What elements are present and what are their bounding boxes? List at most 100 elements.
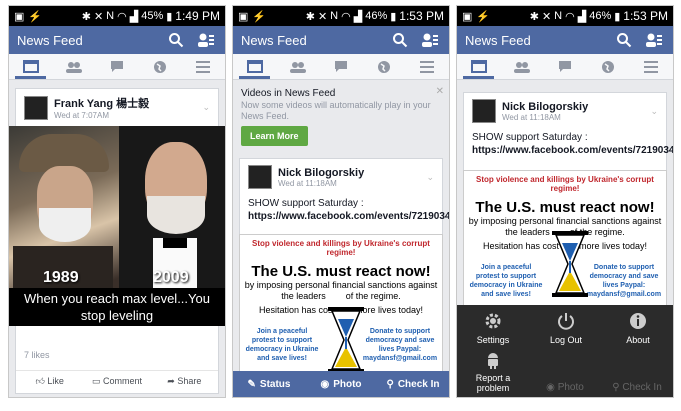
logout-menu-item[interactable]: Log Out bbox=[530, 311, 602, 345]
tab-friends[interactable] bbox=[276, 54, 319, 79]
camera-icon: ◉ bbox=[546, 382, 555, 393]
post-author[interactable]: Nick Bilogorskiy bbox=[502, 101, 588, 113]
avatar[interactable] bbox=[248, 165, 272, 189]
chevron-down-icon[interactable]: ⌄ bbox=[202, 102, 210, 113]
likes-count[interactable]: 7 likes bbox=[16, 326, 218, 370]
meme-image[interactable]: 1989 2009 When you reach max level...You… bbox=[9, 126, 225, 326]
battery-icon: ▮ bbox=[390, 10, 397, 23]
comment-button[interactable]: ▭ Comment bbox=[83, 376, 150, 387]
checkin-button[interactable]: ⚲ Check In bbox=[377, 371, 449, 397]
tab-more[interactable] bbox=[630, 54, 673, 79]
overflow-menu: Settings Log Out About Report a problem … bbox=[457, 305, 673, 397]
signal-icon: ▟ bbox=[129, 10, 139, 23]
tab-notifications[interactable] bbox=[363, 54, 406, 79]
globe-icon bbox=[154, 60, 167, 73]
report-problem-menu-item[interactable]: Report a problem bbox=[457, 351, 529, 393]
post-header: Nick Bilogorskiy Wed at 11:18AM ⌄ bbox=[240, 159, 442, 195]
battery-level: 46% bbox=[365, 10, 388, 22]
globe-icon bbox=[602, 60, 615, 73]
signal-icon: ▟ bbox=[353, 10, 363, 23]
share-button[interactable]: ➦ Share bbox=[151, 376, 218, 387]
poster-right-blue: Donate to support democracy and save liv… bbox=[362, 328, 438, 362]
phone-screen-1: ▣ ⚡ ✱ ✕ N ◠ ▟ 45% ▮ 1:49 PM News Feed Fr… bbox=[8, 5, 226, 398]
learn-more-button[interactable]: Learn More bbox=[241, 126, 308, 146]
wifi-icon: ◠ bbox=[341, 10, 351, 23]
post-timestamp: Wed at 7:07AM bbox=[54, 111, 109, 120]
year-left: 1989 bbox=[43, 269, 79, 286]
status-button[interactable]: ✎ Status bbox=[233, 371, 305, 397]
event-link[interactable]: https://www.facebook.com/events/72190341… bbox=[472, 145, 673, 156]
battery-icon: ▮ bbox=[166, 10, 173, 23]
tab-messages[interactable] bbox=[319, 54, 362, 79]
search-icon[interactable] bbox=[165, 29, 187, 51]
tab-friends[interactable] bbox=[52, 54, 95, 79]
avatar[interactable] bbox=[472, 99, 496, 123]
comment-icon: ▭ bbox=[91, 376, 101, 386]
event-link[interactable]: https://www.facebook.com/events/72190341… bbox=[248, 211, 449, 222]
camera-icon: ◉ bbox=[320, 378, 330, 390]
photo-button[interactable]: ◉ Photo bbox=[305, 371, 377, 397]
search-icon[interactable] bbox=[389, 29, 411, 51]
gear-icon bbox=[485, 313, 501, 329]
tab-news-feed[interactable] bbox=[9, 54, 52, 79]
phone-screen-3: ▣ ⚡ ✱ ✕ N ◠ ▟ 46% ▮ 1:53 PM News Feed Ni… bbox=[456, 5, 674, 398]
tab-notifications[interactable] bbox=[139, 54, 182, 79]
beard-shape bbox=[39, 208, 91, 242]
page-title: News Feed bbox=[241, 32, 307, 48]
post-author[interactable]: Nick Bilogorskiy bbox=[278, 167, 364, 179]
notification-icon: ▣ bbox=[462, 10, 473, 23]
videos-promo: ✕ Videos in News Feed Now some videos wi… bbox=[233, 82, 449, 154]
post-card: Frank Yang 楊士毅 Wed at 7:07AM ⌄ 1989 2009… bbox=[9, 88, 225, 394]
close-icon[interactable]: ✕ bbox=[436, 86, 444, 97]
chevron-down-icon[interactable]: ⌄ bbox=[426, 172, 434, 183]
tab-friends[interactable] bbox=[500, 54, 543, 79]
tab-more[interactable] bbox=[182, 54, 225, 79]
poster-headline: The U.S. must react now! bbox=[251, 263, 431, 280]
location-pin-icon: ⚲ bbox=[612, 382, 620, 393]
tab-bar bbox=[457, 54, 673, 80]
poster-red-headline: Stop violence and killings by Ukraine's … bbox=[476, 175, 654, 193]
tab-news-feed[interactable] bbox=[233, 54, 276, 79]
composer-bar: ✎ Status ◉ Photo ⚲ Check In bbox=[233, 371, 449, 397]
photo-button[interactable]: ◉ Photo bbox=[529, 382, 601, 393]
battery-level: 45% bbox=[141, 10, 164, 22]
avatar[interactable] bbox=[24, 95, 48, 120]
menu-icon bbox=[196, 60, 211, 73]
messages-icon bbox=[111, 61, 123, 72]
checkin-button[interactable]: ⚲ Check In bbox=[601, 382, 673, 393]
mute-icon: ✕ bbox=[541, 10, 552, 23]
friend-requests-icon[interactable] bbox=[419, 29, 441, 51]
tab-bar bbox=[233, 54, 449, 80]
app-bar: News Feed bbox=[9, 26, 225, 54]
battery-icon: ▮ bbox=[614, 10, 621, 23]
mute-icon: ✕ bbox=[317, 10, 328, 23]
post-text: SHOW support Saturday : https://www.face… bbox=[240, 195, 449, 225]
flash-icon: ⚡ bbox=[252, 10, 267, 23]
poster-image[interactable]: Stop violence and killings by Ukraine's … bbox=[463, 170, 667, 320]
post-header: Frank Yang 楊士毅 Wed at 7:07AM ⌄ bbox=[16, 89, 218, 126]
nfc-icon: N bbox=[554, 10, 563, 22]
tab-more[interactable] bbox=[406, 54, 449, 79]
friends-icon bbox=[289, 61, 306, 73]
poster-image[interactable]: Stop violence and killings by Ukraine's … bbox=[239, 234, 443, 374]
settings-menu-item[interactable]: Settings bbox=[457, 311, 529, 345]
search-icon[interactable] bbox=[613, 29, 635, 51]
post-author[interactable]: Frank Yang 楊士毅 bbox=[54, 95, 149, 111]
chevron-down-icon[interactable]: ⌄ bbox=[650, 106, 658, 117]
bluetooth-icon: ✱ bbox=[81, 10, 91, 23]
status-bar: ▣ ⚡ ✱ ✕ N ◠ ▟ 46% ▮ 1:53 PM bbox=[457, 6, 673, 26]
post-header: Nick Bilogorskiy Wed at 11:18AM ⌄ bbox=[464, 93, 666, 129]
hourglass-icon bbox=[328, 307, 364, 373]
tab-messages[interactable] bbox=[543, 54, 586, 79]
year-right: 2009 bbox=[153, 269, 189, 286]
news-feed-icon bbox=[22, 60, 39, 73]
like-button[interactable]: 👍︎ Like bbox=[16, 376, 83, 387]
tab-news-feed[interactable] bbox=[457, 54, 500, 79]
friend-requests-icon[interactable] bbox=[643, 29, 665, 51]
clock: 1:53 PM bbox=[623, 9, 668, 23]
tab-notifications[interactable] bbox=[587, 54, 630, 79]
friend-requests-icon[interactable] bbox=[195, 29, 217, 51]
tab-messages[interactable] bbox=[95, 54, 138, 79]
poster-right-blue: Donate to support democracy and save liv… bbox=[586, 264, 662, 298]
about-menu-item[interactable]: About bbox=[602, 311, 673, 345]
